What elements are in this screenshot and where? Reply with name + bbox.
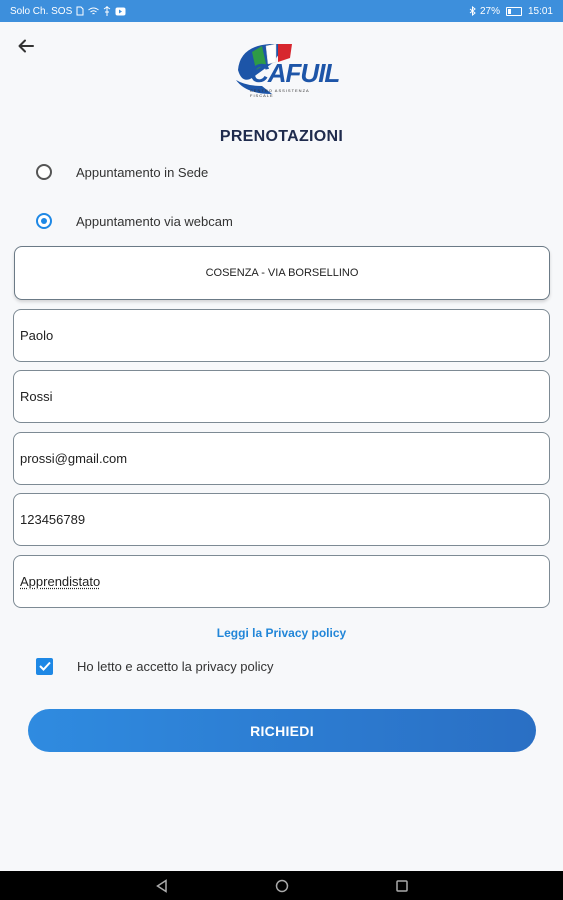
location-select[interactable]: COSENZA - VIA BORSELLINO (14, 246, 550, 300)
last-name-field[interactable]: Rossi (13, 370, 550, 423)
logo: CAFUIL CENTRO ASSISTENZA FISCALE (232, 40, 340, 98)
privacy-checkbox[interactable] (36, 657, 53, 675)
wifi-icon (88, 7, 100, 14)
email-value: prossi@gmail.com (20, 451, 128, 466)
notification-icon (115, 7, 126, 15)
square-recents-icon (395, 879, 408, 892)
subject-field[interactable]: Apprendistato (13, 555, 550, 608)
radio-option-in-office[interactable]: Appuntamento in Sede (36, 159, 208, 185)
submit-button[interactable]: RICHIEDI (28, 709, 536, 752)
privacy-policy-link[interactable]: Leggi la Privacy policy (0, 626, 563, 640)
back-button[interactable] (14, 34, 38, 58)
circle-home-icon (275, 879, 288, 892)
nav-home-button[interactable] (272, 876, 292, 896)
status-left: Solo Ch. SOS (10, 6, 126, 17)
privacy-accept-row[interactable]: Ho letto e accetto la privacy policy (36, 656, 274, 676)
email-field[interactable]: prossi@gmail.com (13, 432, 550, 485)
checkmark-icon (38, 661, 51, 671)
logo-text: CAFUIL (250, 58, 340, 88)
location-value: COSENZA - VIA BORSELLINO (205, 267, 359, 279)
first-name-field[interactable]: Paolo (13, 309, 550, 362)
system-nav-bar (0, 871, 563, 900)
arrow-left-icon (18, 39, 34, 53)
radio-button-selected[interactable] (36, 213, 52, 229)
logo-subtext: CENTRO ASSISTENZA FISCALE (250, 88, 310, 98)
clock: 15:01 (527, 5, 553, 17)
status-right: 27% 15:01 (469, 6, 553, 17)
radio-label: Appuntamento in Sede (76, 164, 209, 180)
radio-button[interactable] (36, 164, 52, 180)
radio-option-webcam[interactable]: Appuntamento via webcam (36, 208, 233, 234)
battery-percent: 27% (479, 5, 500, 17)
nav-recents-button[interactable] (392, 876, 412, 896)
privacy-accept-label: Ho letto e accetto la privacy policy (77, 658, 274, 674)
status-bar: Solo Ch. SOS 27% 15:01 (0, 0, 563, 22)
submit-label: RICHIEDI (250, 722, 314, 739)
triangle-back-icon (155, 878, 167, 893)
sim-icon (76, 6, 84, 16)
usb-icon (103, 6, 111, 16)
first-name-value: Paolo (20, 328, 54, 343)
bluetooth-icon (469, 6, 476, 16)
radio-label: Appuntamento via webcam (76, 213, 233, 229)
carrier-text: Solo Ch. SOS (10, 5, 73, 17)
battery-icon (505, 6, 522, 16)
last-name-value: Rossi (20, 389, 53, 404)
subject-value: Apprendistato (20, 574, 101, 589)
phone-value: 123456789 (20, 512, 86, 527)
nav-back-button[interactable] (152, 876, 172, 896)
phone-field[interactable]: 123456789 (13, 493, 550, 546)
page-title: PRENOTAZIONI (219, 128, 344, 145)
